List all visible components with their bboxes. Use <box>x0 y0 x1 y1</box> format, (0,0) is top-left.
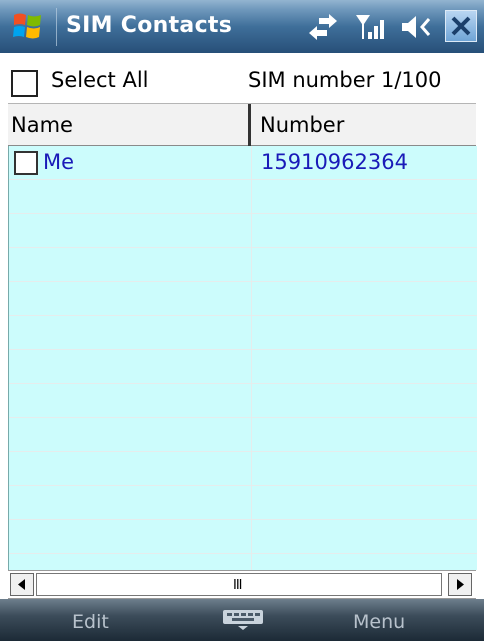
page-title: SIM Contacts <box>66 13 233 38</box>
column-divider[interactable] <box>248 104 251 146</box>
row-gridline <box>9 553 477 554</box>
row-gridline <box>9 179 477 180</box>
contact-list[interactable]: Me 15910962364 <box>8 146 477 570</box>
select-all-label[interactable]: Select All <box>51 68 149 92</box>
volume-icon[interactable] <box>398 12 436 42</box>
scrollbar-grip: III <box>233 578 242 593</box>
scroll-right-button[interactable] <box>448 573 472 596</box>
arrow-left-icon <box>18 579 25 590</box>
row-gridline <box>9 213 477 214</box>
row-gridline <box>9 519 477 520</box>
contact-number[interactable]: 15910962364 <box>261 150 408 174</box>
row-checkbox[interactable] <box>14 151 38 175</box>
data-sync-icon[interactable] <box>305 12 341 42</box>
row-gridline <box>9 451 477 452</box>
title-bar: SIM Contacts <box>0 0 484 53</box>
select-all-checkbox[interactable] <box>11 70 38 97</box>
row-gridline <box>9 281 477 282</box>
row-gridline <box>9 247 477 248</box>
keyboard-icon[interactable] <box>220 607 266 631</box>
contact-name[interactable]: Me <box>43 150 74 174</box>
edit-softkey[interactable]: Edit <box>72 611 109 633</box>
row-gridline <box>9 417 477 418</box>
title-separator <box>56 8 57 46</box>
arrow-right-icon <box>457 579 464 590</box>
close-button[interactable] <box>445 10 477 42</box>
column-header-name[interactable]: Name <box>11 113 73 137</box>
close-icon <box>451 16 471 36</box>
menu-softkey[interactable]: Menu <box>353 611 405 633</box>
select-all-row: Select All SIM number 1/100 <box>0 53 484 103</box>
scroll-left-button[interactable] <box>10 573 34 596</box>
column-header-number[interactable]: Number <box>260 113 344 137</box>
signal-strength-icon[interactable] <box>354 12 390 42</box>
scrollbar-thumb[interactable]: III <box>36 573 442 596</box>
row-gridline <box>9 383 477 384</box>
sim-count-status: SIM number 1/100 <box>248 68 442 92</box>
column-gridline <box>251 146 252 570</box>
horizontal-scrollbar[interactable]: III <box>8 570 476 599</box>
table-row[interactable]: Me 15910962364 <box>9 146 477 179</box>
softkey-bar: Edit Menu <box>0 599 484 641</box>
table-header: Name Number <box>8 103 476 146</box>
windows-start-icon[interactable] <box>10 9 46 45</box>
row-gridline <box>9 315 477 316</box>
row-gridline <box>9 349 477 350</box>
row-gridline <box>9 485 477 486</box>
